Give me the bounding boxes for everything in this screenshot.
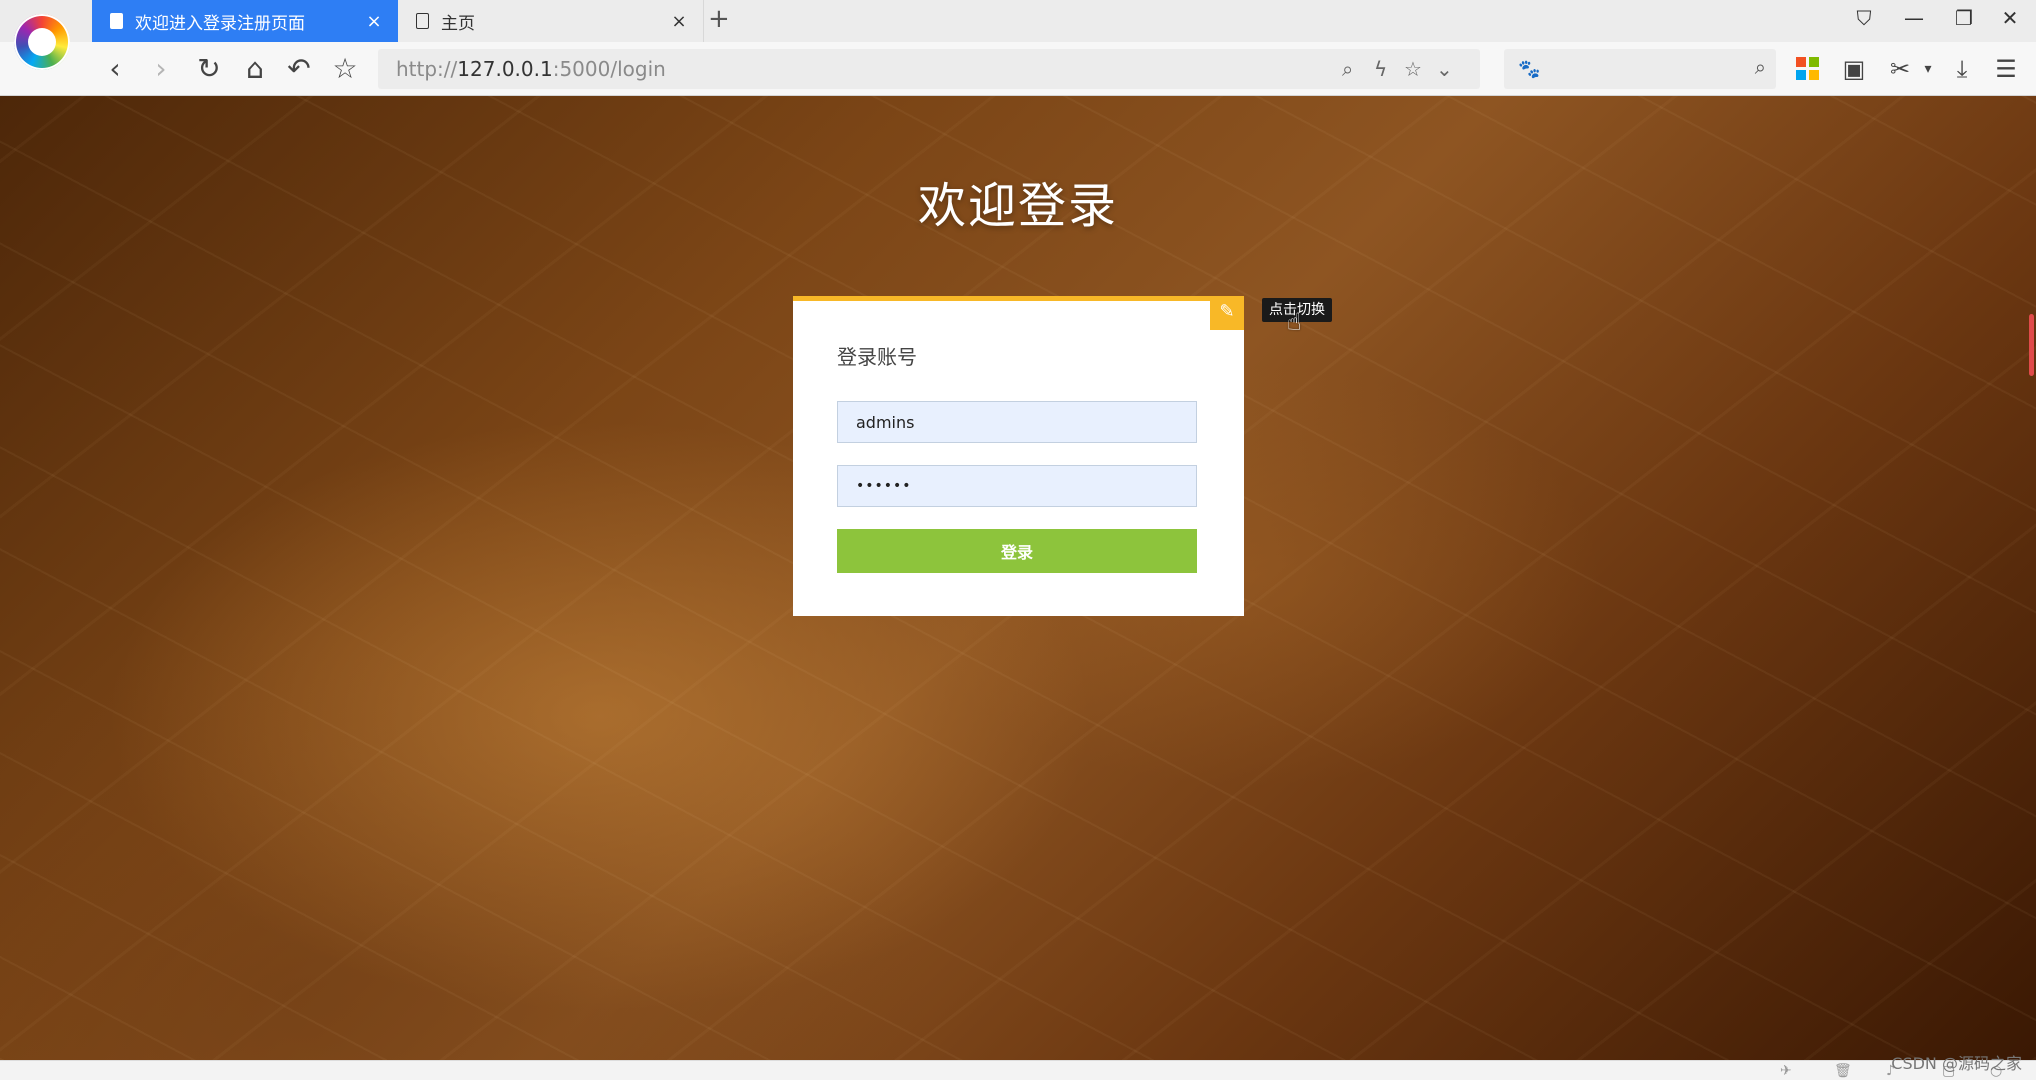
trash-icon[interactable]: 🗑	[1834, 1063, 1852, 1079]
lightning-icon[interactable]: ϟ	[1374, 49, 1387, 89]
status-bar: ✈ 🗑 ♪ ▢ ○	[0, 1060, 2036, 1080]
reload-icon[interactable]: ↻	[190, 50, 228, 88]
watermark-text: CSDN @源码之家	[1891, 1054, 2022, 1073]
forward-icon[interactable]: ›	[142, 50, 180, 88]
back-icon[interactable]: ‹	[96, 50, 134, 88]
rocket-icon[interactable]: ✈	[1780, 1063, 1792, 1079]
tab-label: 欢迎进入登录注册页面	[135, 13, 305, 34]
tab-home-page[interactable]: 主页 ×	[398, 0, 704, 42]
apps-grid-icon[interactable]	[1794, 55, 1822, 83]
hand-cursor-icon: ☝	[1287, 308, 1302, 336]
pencil-icon[interactable]: ✎	[1210, 296, 1244, 330]
document-icon	[416, 13, 429, 29]
navigation-bar: ‹ › ↻ ⌂ ↶ ☆ http://127.0.0.1:5000/login …	[0, 42, 2036, 96]
url-host: 127.0.0.1	[457, 57, 553, 81]
password-input[interactable]	[837, 465, 1197, 507]
card-heading: 登录账号	[837, 345, 917, 369]
scissors-icon[interactable]: ✂	[1886, 55, 1914, 83]
reader-icon[interactable]: ▣	[1840, 55, 1868, 83]
page-title: 欢迎登录	[917, 178, 1118, 234]
bookmark-icon[interactable]: ☆	[326, 50, 364, 88]
address-bar[interactable]: http://127.0.0.1:5000/login ⌕ ϟ ☆ ⌄	[378, 49, 1480, 89]
tab-close-icon[interactable]: ×	[669, 11, 689, 32]
login-button[interactable]: 登录	[837, 529, 1197, 573]
undo-close-tab-icon[interactable]: ↶	[280, 50, 318, 88]
chevron-down-icon[interactable]: ▾	[1914, 55, 1942, 83]
menu-icon[interactable]: ☰	[1992, 55, 2020, 83]
home-icon[interactable]: ⌂	[236, 50, 274, 88]
login-page: 欢迎登录 ✎ 登录账号 登录 点击切换 ☝	[0, 96, 2036, 1060]
new-tab-icon[interactable]: +	[708, 4, 730, 34]
url-path: :5000/login	[552, 57, 666, 81]
login-card: ✎ 登录账号 登录	[793, 296, 1244, 616]
zoom-icon[interactable]: ⌕	[1342, 49, 1353, 89]
tab-label: 主页	[441, 13, 475, 34]
tab-close-icon[interactable]: ×	[364, 11, 384, 32]
download-icon[interactable]: ⤓	[1948, 55, 1976, 83]
chevron-down-icon[interactable]: ⌄	[1436, 49, 1453, 89]
baidu-paw-icon: 🐾	[1518, 59, 1541, 80]
close-window-icon[interactable]: ✕	[1990, 6, 2030, 30]
url-scheme: http://	[396, 57, 458, 81]
browser-chrome: 欢迎进入登录注册页面 × 主页 × + ⛉ — ❐ ✕ ‹ › ↻ ⌂ ↶ ☆ …	[0, 0, 2036, 96]
restore-icon[interactable]: ❐	[1944, 6, 1984, 30]
minimize-icon[interactable]: —	[1894, 6, 1934, 30]
search-icon[interactable]: ⌕	[1755, 55, 1766, 79]
document-icon	[110, 13, 123, 29]
tab-bar: 欢迎进入登录注册页面 × 主页 × + ⛉ — ❐ ✕	[0, 0, 2036, 42]
tab-login-page[interactable]: 欢迎进入登录注册页面 ×	[92, 0, 398, 42]
username-input[interactable]	[837, 401, 1197, 443]
pin-icon[interactable]: ⛉	[1844, 6, 1884, 30]
scrollbar-thumb[interactable]	[2029, 314, 2034, 376]
search-box[interactable]: 🐾 ⌕	[1504, 49, 1776, 89]
favorite-star-icon[interactable]: ☆	[1404, 49, 1422, 89]
